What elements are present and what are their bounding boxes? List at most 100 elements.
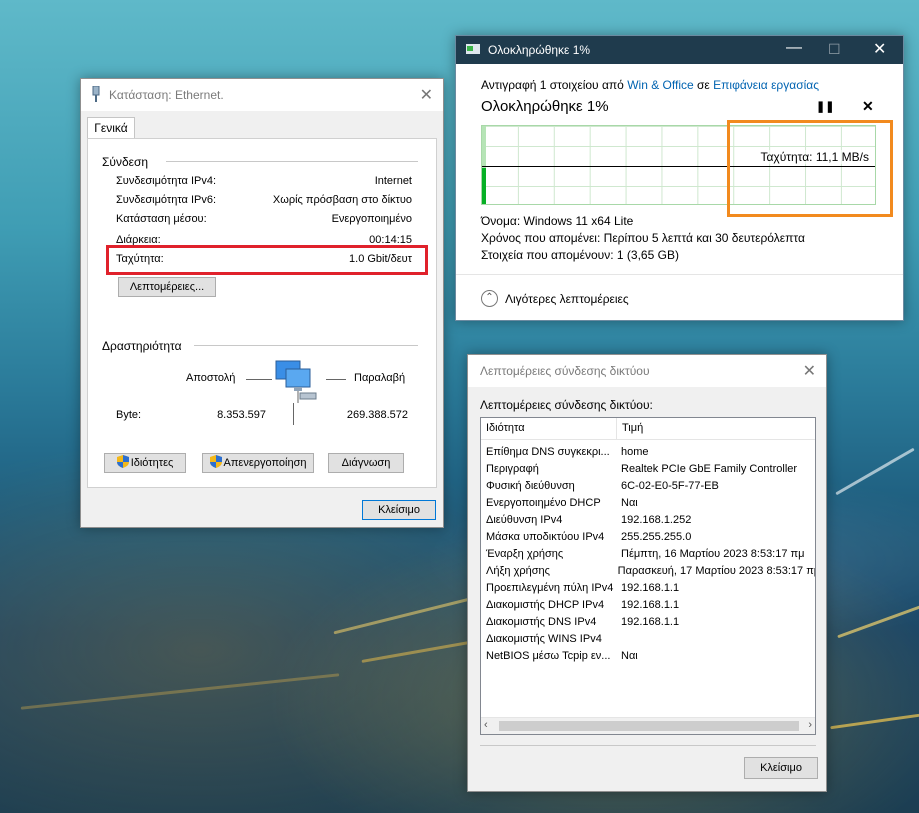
destination-link[interactable]: Επιφάνεια εργασίας: [713, 78, 819, 92]
horizontal-scrollbar[interactable]: ‹ ›: [481, 717, 815, 734]
value-cell: Ναι: [621, 497, 638, 509]
info-row: Συνδεσιμότητα IPv6: Χωρίς πρόσβαση στο δ…: [116, 194, 412, 210]
property-cell: Περιγραφή: [486, 463, 539, 475]
chevron-left-icon[interactable]: ‹: [484, 719, 488, 731]
property-cell: Διακομιστής DNS IPv4: [486, 616, 597, 628]
section-label: Λεπτομέρειες σύνδεσης δικτύου:: [480, 398, 653, 412]
cancel-icon[interactable]: ✕: [862, 98, 874, 115]
items-remaining-row: Στοιχεία που απομένουν: 1 (3,65 GB): [481, 248, 679, 262]
dialog-title: Κατάσταση: Ethernet.: [109, 88, 224, 102]
list-item[interactable]: Διακομιστής DNS IPv4 192.168.1.1: [481, 614, 815, 631]
list-item[interactable]: Φυσική διεύθυνση 6C-02-E0-5F-77-EB: [481, 478, 815, 495]
row-value: Internet: [374, 175, 412, 187]
list-item[interactable]: Ενεργοποιημένο DHCP Ναι: [481, 495, 815, 512]
network-details-dialog: Λεπτομέρειες σύνδεσης δικτύου ✕ Λεπτομέρ…: [467, 354, 827, 792]
properties-label: Ιδιότητες: [130, 457, 174, 469]
shield-icon: [116, 455, 129, 468]
close-icon[interactable]: ✕: [873, 39, 886, 59]
column-header-value[interactable]: Τιμή: [617, 418, 648, 439]
items-label: Στοιχεία που απομένουν:: [481, 248, 614, 262]
copy-icon: [466, 43, 480, 58]
row-label: Συνδεσιμότητα IPv6:: [116, 194, 217, 206]
network-computers-icon: [274, 359, 320, 406]
info-row: Κατάσταση μέσου: Ενεργοποιημένο: [116, 213, 412, 229]
network-adapter-icon: [91, 85, 101, 105]
copy-progress-dialog: Ολοκληρώθηκε 1% — ☐ ✕ Αντιγραφή 1 στοιχε…: [455, 35, 904, 321]
shield-icon: [209, 455, 222, 468]
minimize-icon[interactable]: —: [786, 39, 802, 57]
property-cell: Λήξη χρήσης: [486, 565, 550, 577]
property-cell: NetBIOS μέσω Tcpip εν...: [486, 650, 611, 662]
list-item[interactable]: NetBIOS μέσω Tcpip εν... Ναι: [481, 648, 815, 665]
details-button[interactable]: Λεπτομέρειες...: [118, 277, 216, 297]
maximize-icon: ☐: [828, 41, 841, 57]
list-item[interactable]: Διακομιστής WINS IPv4: [481, 631, 815, 648]
dialog-title: Ολοκληρώθηκε 1%: [488, 43, 591, 57]
name-label: Όνομα:: [481, 214, 521, 228]
diagnose-button[interactable]: Διάγνωση: [328, 453, 404, 473]
pause-icon[interactable]: ❚❚: [816, 100, 834, 113]
property-cell: Μάσκα υποδικτύου IPv4: [486, 531, 605, 543]
time-label: Χρόνος που απομένει:: [481, 231, 601, 245]
activity-group-label: Δραστηριότητα: [102, 339, 182, 353]
list-item[interactable]: Μάσκα υποδικτύου IPv4 255.255.255.0: [481, 529, 815, 546]
property-cell: Διακομιστής DHCP IPv4: [486, 599, 605, 611]
value-cell: Πέμπτη, 16 Μαρτίου 2023 8:53:17 πμ: [621, 548, 805, 560]
tab-general[interactable]: Γενικά: [87, 117, 135, 139]
background-streak: [837, 604, 919, 639]
chevron-up-icon: ⌃: [481, 290, 498, 307]
divider: [326, 379, 346, 380]
list-item[interactable]: Έναρξη χρήσης Πέμπτη, 16 Μαρτίου 2023 8:5…: [481, 546, 815, 563]
background-streak: [20, 673, 340, 710]
name-value: Windows 11 x64 Lite: [523, 214, 634, 228]
close-icon[interactable]: ✕: [420, 85, 433, 105]
list-item[interactable]: Λήξη χρήσης Παρασκευή, 17 Μαρτίου 2023 8:…: [481, 563, 815, 580]
dialog-titlebar[interactable]: Λεπτομέρειες σύνδεσης δικτύου: [468, 355, 826, 387]
value-cell: home: [621, 446, 649, 458]
connection-group-label: Σύνδεση: [102, 155, 149, 169]
speed-highlight-box: [727, 120, 893, 217]
properties-button[interactable]: Ιδιότητες: [104, 453, 186, 473]
dialog-titlebar[interactable]: Κατάσταση: Ethernet. ✕: [81, 79, 443, 111]
close-button[interactable]: Κλείσιμο: [744, 757, 818, 779]
bytes-sent-value: 8.353.597: [217, 409, 266, 421]
source-link[interactable]: Win & Office: [627, 78, 693, 92]
value-cell: 192.168.1.252: [621, 514, 692, 526]
row-value: Χωρίς πρόσβαση στο δίκτυο: [272, 194, 412, 206]
details-list[interactable]: Ιδιότητα Τιμή Επίθημα DNS συγκεκρι... hom…: [480, 417, 816, 735]
list-item[interactable]: Διεύθυνση IPv4 192.168.1.252: [481, 512, 815, 529]
list-item[interactable]: Περιγραφή Realtek PCIe GbE Family Control…: [481, 461, 815, 478]
less-details-toggle[interactable]: ⌃ Λιγότερες λεπτομέρειες: [481, 290, 629, 307]
divider: [456, 274, 903, 275]
copy-prefix: Αντιγραφή 1 στοιχείου από: [481, 78, 624, 92]
property-cell: Ενεργοποιημένο DHCP: [486, 497, 601, 509]
disable-button[interactable]: Απενεργοποίηση: [202, 453, 314, 473]
bytes-label: Byte:: [116, 409, 142, 421]
background-streak: [830, 713, 919, 730]
scrollbar-thumb[interactable]: [499, 721, 799, 731]
close-icon[interactable]: ✕: [803, 361, 816, 381]
list-item[interactable]: Προεπιλεγμένη πύλη IPv4 192.168.1.1: [481, 580, 815, 597]
list-item[interactable]: Επίθημα DNS συγκεκρι... home: [481, 444, 815, 461]
divider: [194, 345, 418, 346]
value-cell: Παρασκευή, 17 Μαρτίου 2023 8:53:17 πμ: [617, 565, 815, 577]
close-button[interactable]: Κλείσιμο: [362, 500, 436, 520]
chevron-right-icon[interactable]: ›: [808, 719, 812, 731]
items-value: 1 (3,65 GB): [616, 248, 679, 262]
value-cell: 6C-02-E0-5F-77-EB: [621, 480, 719, 492]
dialog-title: Λεπτομέρειες σύνδεσης δικτύου: [480, 364, 650, 378]
divider: [480, 745, 816, 746]
property-cell: Προεπιλεγμένη πύλη IPv4: [486, 582, 614, 594]
divider: [293, 403, 294, 425]
progress-fill: [482, 168, 486, 204]
time-value: Περίπου 5 λεπτά και 30 δευτερόλεπτα: [603, 231, 805, 245]
sent-label: Αποστολή: [186, 372, 236, 384]
copy-mid: σε: [697, 78, 710, 92]
value-cell: 255.255.255.0: [621, 531, 692, 543]
list-item[interactable]: Διακομιστής DHCP IPv4 192.168.1.1: [481, 597, 815, 614]
property-cell: Έναρξη χρήσης: [486, 548, 564, 560]
property-cell: Επίθημα DNS συγκεκρι...: [486, 446, 610, 458]
column-header-property[interactable]: Ιδιότητα: [481, 418, 617, 439]
row-label: Κατάσταση μέσου:: [116, 213, 207, 225]
general-panel: Σύνδεση Συνδεσιμότητα IPv4: Internet Συν…: [87, 138, 437, 488]
